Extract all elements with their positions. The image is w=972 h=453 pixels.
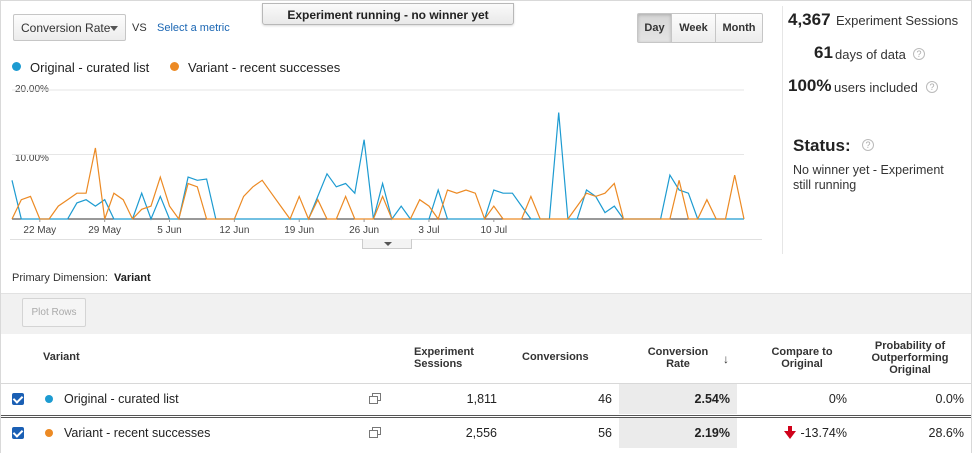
row-checkbox[interactable] [12, 427, 24, 439]
legend-dot-icon [170, 62, 179, 71]
legend-label: Original - curated list [30, 60, 150, 75]
tab-day[interactable]: Day [637, 13, 672, 43]
x-tick-label: 5 Jun [157, 225, 181, 236]
sessions-label: Experiment Sessions [836, 13, 959, 28]
tab-week[interactable]: Week [671, 13, 716, 43]
select-metric-link[interactable]: Select a metric [157, 22, 230, 34]
col-header-probability[interactable]: Probability of Outperforming Original [865, 340, 955, 376]
series-line-variant [11, 147, 745, 221]
col-header-rate[interactable]: Conversion Rate [643, 346, 713, 370]
col-header-conversions[interactable]: Conversions [522, 351, 589, 363]
conversions-cell: 56 [598, 426, 612, 440]
compare-cell: -13.74% [800, 426, 847, 440]
status-title: Status: [793, 136, 851, 155]
days-value: 61 [814, 43, 833, 62]
segment-copy-icon[interactable] [369, 427, 381, 438]
compare-cell: 0% [828, 392, 847, 406]
chevron-down-icon [110, 26, 118, 31]
legend-item-variant: Variant - recent successes [170, 60, 340, 75]
variant-dot-icon [45, 395, 53, 403]
help-icon[interactable]: ? [926, 81, 938, 93]
probability-cell: 0.0% [935, 392, 965, 406]
primary-dimension-value[interactable]: Variant [114, 272, 151, 284]
conversions-cell: 46 [598, 392, 612, 406]
chart-expand-handle[interactable] [362, 239, 412, 249]
rate-cell: 2.54% [694, 392, 730, 406]
sessions-cell: 2,556 [465, 426, 497, 440]
row-checkbox[interactable] [12, 393, 24, 405]
help-icon[interactable]: ? [913, 48, 925, 60]
line-chart: 22 May 29 May 5 Jun 12 Jun 19 Jun 26 Jun 3 Jul… [11, 89, 745, 236]
users-value: 100% [788, 76, 832, 95]
series-line-original [11, 112, 744, 221]
metric-dropdown-label: Conversion Rate [21, 21, 111, 35]
x-tick-label: 19 Jun [284, 225, 314, 236]
vs-label: VS [132, 22, 147, 34]
legend-label: Variant - recent successes [188, 60, 341, 75]
x-tick-label: 3 Jul [418, 225, 439, 236]
x-tick-label: 29 May [88, 225, 121, 236]
col-header-compare[interactable]: Compare to Original [762, 346, 842, 370]
primary-dimension: Primary Dimension: Variant [12, 272, 151, 284]
sessions-value: 4,367 [788, 10, 831, 29]
x-tick-label: 12 Jun [219, 225, 249, 236]
probability-cell: 28.6% [928, 426, 964, 440]
help-icon[interactable]: ? [862, 139, 874, 151]
days-label: days of data [835, 47, 906, 62]
legend-item-original: Original - curated list [12, 60, 149, 75]
x-tick-label: 26 Jun [349, 225, 379, 236]
col-header-sessions[interactable]: Experiment Sessions [414, 346, 494, 370]
rate-cell: 2.19% [694, 426, 730, 440]
variant-name[interactable]: Variant - recent successes [64, 426, 210, 440]
variant-name[interactable]: Original - curated list [64, 392, 179, 406]
sort-down-icon[interactable]: ↓ [723, 352, 729, 366]
variant-dot-icon [45, 429, 53, 437]
metric-dropdown[interactable]: Conversion Rate [13, 14, 126, 41]
chevron-down-icon [384, 242, 392, 246]
table-toolbar [1, 293, 971, 334]
tab-month[interactable]: Month [715, 13, 763, 43]
frame-border [0, 0, 972, 1]
status-text: No winner yet - Experiment still running [793, 163, 944, 192]
status-banner: Experiment running - no winner yet [262, 3, 514, 25]
stats-divider [782, 6, 783, 254]
col-header-variant[interactable]: Variant [43, 351, 80, 363]
plot-rows-button[interactable]: Plot Rows [22, 298, 86, 327]
segment-copy-icon[interactable] [369, 393, 381, 404]
primary-dimension-label: Primary Dimension: [12, 272, 108, 284]
users-label: users included [834, 80, 918, 95]
x-tick-label: 22 May [23, 225, 56, 236]
x-tick-label: 10 Jul [480, 225, 507, 236]
legend-dot-icon [12, 62, 21, 71]
sessions-cell: 1,811 [466, 392, 497, 406]
